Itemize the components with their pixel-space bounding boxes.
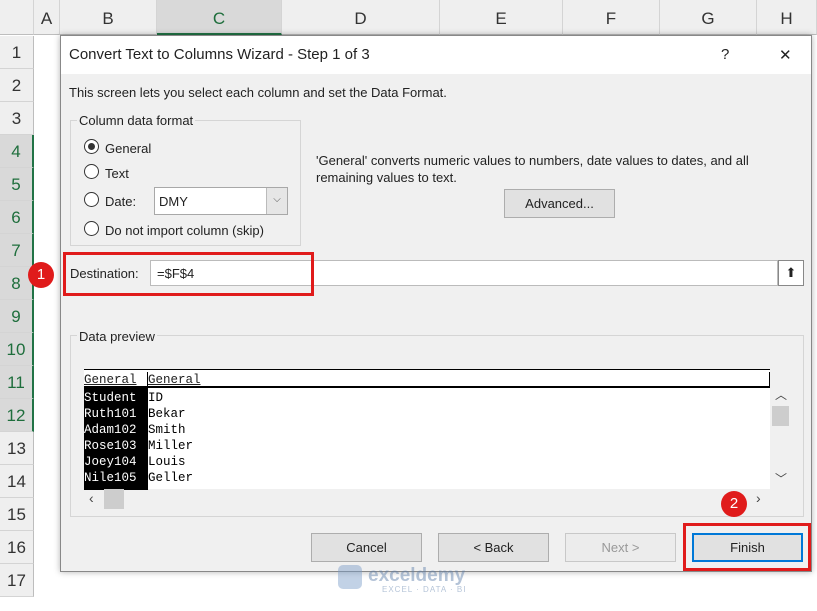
radio-date-button[interactable] [84,192,99,207]
radio-general-button[interactable] [84,139,99,154]
row-header-17[interactable]: 17 [0,564,34,597]
advanced-button[interactable]: Advanced... [504,189,615,218]
vertical-scrollbar[interactable]: ︿ ﹀ [772,388,790,490]
column-header-f[interactable]: F [563,0,660,35]
row-header-6[interactable]: 6 [0,201,34,234]
preview-cell: Geller [148,471,194,485]
column-header-c[interactable]: C [157,0,282,35]
chevron-down-icon[interactable]: ⌵ [266,188,287,214]
callout-1: 1 [28,262,54,288]
row-header-16[interactable]: 16 [0,531,34,564]
close-button[interactable]: ✕ [779,46,792,64]
scroll-left-icon[interactable]: ‹ [89,490,94,506]
watermark-logo-icon [338,565,362,589]
column-header-g[interactable]: G [660,0,757,35]
text-to-columns-dialog: Convert Text to Columns Wizard - Step 1 … [60,35,812,572]
dialog-title: Convert Text to Columns Wizard - Step 1 … [69,46,370,63]
row-header-12[interactable]: 12 [0,399,34,432]
row-header-3[interactable]: 3 [0,102,34,135]
watermark-name: exceldemy [368,565,466,586]
scroll-right-icon[interactable]: › [756,490,761,506]
radio-text-label: Text [105,166,129,181]
date-format-value: DMY [159,194,188,209]
callout-2: 2 [721,491,747,517]
preview-cell: Ruth101 [84,407,137,421]
radio-general-label: General [105,141,152,156]
row-header-14[interactable]: 14 [0,465,34,498]
radio-skip-label: Do not import column (skip) [105,223,264,238]
row-header-10[interactable]: 10 [0,333,34,366]
preview-cell: Rose103 [84,439,137,453]
row-header-4[interactable]: 4 [0,135,34,168]
row-header-13[interactable]: 13 [0,432,34,465]
preview-cell: Louis [148,455,186,469]
scroll-h-thumb[interactable] [104,489,124,509]
column-header-a[interactable]: A [34,0,60,35]
preview-cell: Bekar [148,407,186,421]
cancel-button[interactable]: Cancel [311,533,422,562]
column-header-e[interactable]: E [440,0,563,35]
preview-cell: Nile105 [84,471,137,485]
preview-cell: Joey104 [84,455,137,469]
data-preview-label: Data preview [77,329,157,344]
row-header-1[interactable]: 1 [0,36,34,69]
format-description: 'General' converts numeric values to num… [316,153,749,185]
preview-header-1[interactable]: General [84,372,147,388]
radio-text-button[interactable] [84,164,99,179]
watermark-tagline: EXCEL · DATA · BI [382,585,467,594]
horizontal-scrollbar[interactable]: ‹ › [84,489,770,509]
intro-text: This screen lets you select each column … [69,85,447,100]
scroll-up-icon[interactable]: ︿ [775,386,787,403]
date-format-select[interactable]: DMY ⌵ [154,187,288,215]
preview-cell: Student [84,391,137,405]
row-header-5[interactable]: 5 [0,168,34,201]
preview-cell: Smith [148,423,186,437]
back-button[interactable]: < Back [438,533,549,562]
row-header-2[interactable]: 2 [0,69,34,102]
column-header-h[interactable]: H [757,0,817,35]
upload-arrow-icon: ⬆ [785,265,797,280]
help-button[interactable]: ? [721,46,729,63]
collapse-range-button[interactable]: ⬆ [778,260,804,286]
row-header-9[interactable]: 9 [0,300,34,333]
select-all-corner[interactable] [0,0,34,35]
row-header-7[interactable]: 7 [0,234,34,267]
preview-cell: ID [148,391,164,405]
finish-highlight [683,523,811,571]
next-button[interactable]: Next > [565,533,676,562]
column-header-d[interactable]: D [282,0,440,35]
dialog-titlebar: Convert Text to Columns Wizard - Step 1 … [61,36,811,74]
radio-skip-button[interactable] [84,221,99,236]
row-header-15[interactable]: 15 [0,498,34,531]
scroll-down-icon[interactable]: ﹀ [775,470,787,487]
radio-date-label: Date: [105,194,137,209]
preview-header-2[interactable]: General [147,372,770,388]
data-preview-grid[interactable]: General General Student ID Ruth101 Bekar Ada… [84,369,770,490]
row-header-11[interactable]: 11 [0,366,34,399]
preview-cell: Miller [148,439,194,453]
group-label: Column data format [77,113,196,128]
scroll-thumb[interactable] [772,406,789,426]
column-header-b[interactable]: B [60,0,157,35]
preview-cell: Adam102 [84,423,137,437]
destination-highlight [63,252,314,296]
